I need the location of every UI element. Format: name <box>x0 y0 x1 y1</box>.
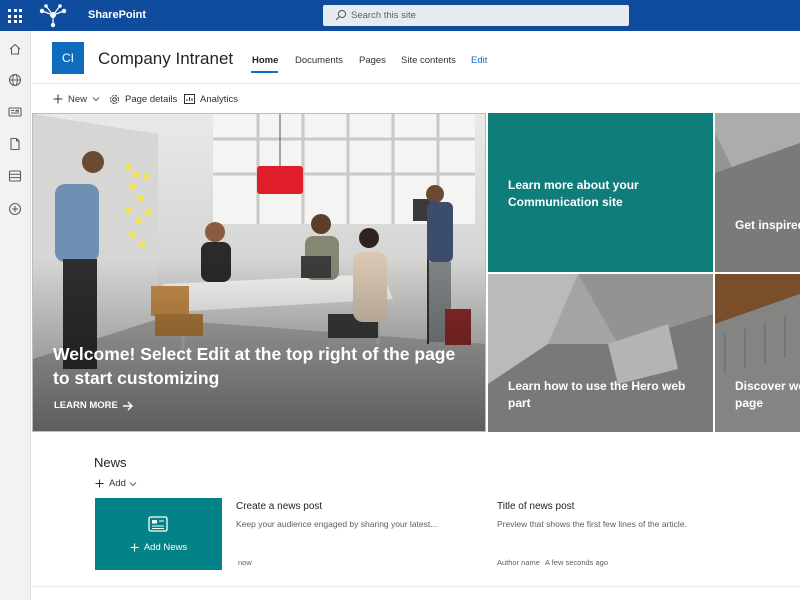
add-news-button[interactable]: Add News <box>95 542 222 553</box>
news-post-title[interactable]: Title of news post <box>497 501 574 512</box>
hero-tile-label: Learn how to use the Hero web part <box>508 379 686 410</box>
page-details-button[interactable]: Page details <box>109 92 177 106</box>
suite-bar: SharePoint <box>0 0 800 31</box>
news-post-title[interactable]: Create a news post <box>236 501 322 512</box>
news-icon[interactable] <box>8 105 22 119</box>
site-title[interactable]: Company Intranet <box>98 49 233 69</box>
new-button[interactable]: New <box>53 92 105 106</box>
hero-tile-label: Learn more about your Communication site <box>508 178 639 209</box>
nav-documents[interactable]: Documents <box>295 55 343 66</box>
hero-tile-label: Discover web parts to add to this page <box>735 379 800 410</box>
analytics-label: Analytics <box>200 93 239 105</box>
news-post-description: Preview that shows the first few lines o… <box>497 519 687 529</box>
nav-edit[interactable]: Edit <box>471 55 487 66</box>
app-bar <box>0 31 31 600</box>
nav-active-indicator <box>251 71 278 73</box>
add-news-card[interactable]: Add News <box>95 498 222 570</box>
site-search-box[interactable] <box>323 5 629 26</box>
globe-icon[interactable] <box>8 73 22 87</box>
hero-tile-label: Get inspired with SharePoint <box>735 218 800 232</box>
section-divider <box>32 586 800 587</box>
nav-home[interactable]: Home <box>252 55 278 66</box>
news-icon <box>148 516 168 532</box>
site-logo[interactable]: CI <box>52 42 84 74</box>
app-launcher-icon[interactable] <box>8 9 22 23</box>
search-input[interactable] <box>351 7 611 24</box>
brand-name[interactable]: SharePoint <box>88 9 146 21</box>
hero-tile-communication-site[interactable]: Learn more about your Communication site <box>488 113 713 272</box>
news-post-time: A few seconds ago <box>545 558 609 567</box>
create-icon[interactable] <box>8 202 22 216</box>
plus-icon <box>95 479 104 488</box>
page-details-label: Page details <box>125 93 178 105</box>
learn-more-label: LEARN MORE <box>54 400 118 411</box>
gear-icon <box>110 94 119 104</box>
news-post-author[interactable]: Author name <box>497 558 540 567</box>
nav-pages[interactable]: Pages <box>359 55 386 66</box>
analytics-icon <box>184 94 195 104</box>
file-icon[interactable] <box>8 137 22 151</box>
plus-icon <box>130 543 139 552</box>
news-post-description: Keep your audience engaged by sharing yo… <box>236 519 438 529</box>
chevron-down-icon <box>129 481 137 486</box>
learn-more-link[interactable]: LEARN MORE <box>54 400 134 411</box>
search-icon <box>335 9 347 21</box>
chevron-down-icon <box>92 97 100 102</box>
home-icon[interactable] <box>8 42 22 56</box>
news-section-title: News <box>94 455 127 470</box>
news-add-button[interactable]: Add <box>95 478 137 489</box>
sharepoint-logo-icon[interactable] <box>36 3 70 28</box>
hero-main-tile[interactable]: Welcome! Select Edit at the top right of… <box>32 113 486 432</box>
hero-tile-get-inspired[interactable]: Get inspired with SharePoint <box>715 113 800 272</box>
hero-tile-discover-web-parts[interactable]: Discover web parts to add to this page <box>715 274 800 432</box>
news-add-label: Add <box>109 478 126 489</box>
header-divider <box>32 83 800 84</box>
new-label: New <box>68 93 88 105</box>
analytics-button[interactable]: Analytics <box>184 92 238 106</box>
arrow-right-icon <box>122 401 133 410</box>
add-news-label: Add News <box>143 542 188 553</box>
news-post-time: now <box>238 558 252 567</box>
plus-icon <box>53 94 63 104</box>
hero-main-title: Welcome! Select Edit at the top right of… <box>53 344 456 388</box>
nav-site-contents[interactable]: Site contents <box>401 55 456 66</box>
hero-tile-hero-web-part[interactable]: Learn how to use the Hero web part <box>488 274 713 432</box>
news-post-meta: Author name A few seconds ago <box>497 558 608 567</box>
list-icon[interactable] <box>8 169 22 183</box>
architecture-photo <box>715 113 800 272</box>
